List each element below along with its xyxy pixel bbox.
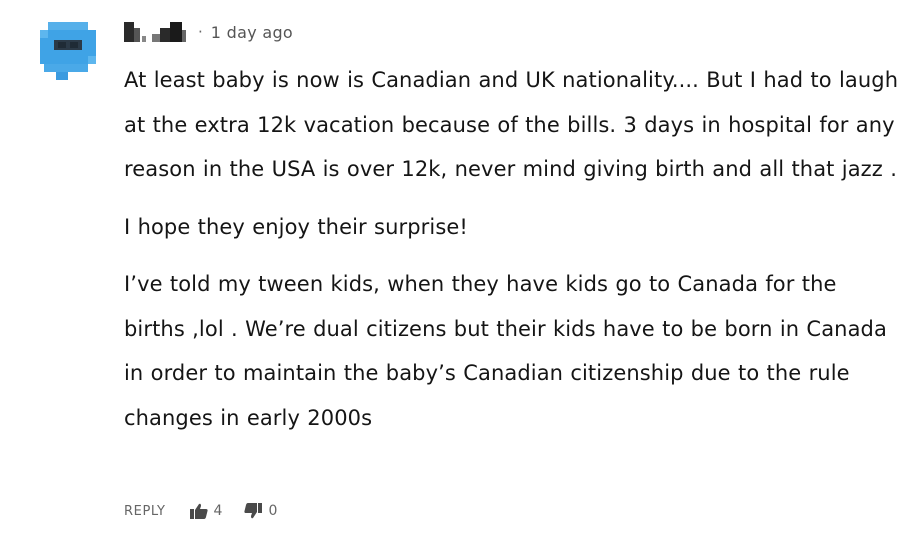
thumbs-up-icon xyxy=(189,503,208,519)
meta-separator: · xyxy=(198,23,203,41)
reply-button[interactable]: REPLY xyxy=(124,504,166,519)
comment-meta: · 1 day ago xyxy=(124,18,293,46)
comment-body: At least baby is now is Canadian and UK … xyxy=(124,58,904,453)
author-name-redacted[interactable] xyxy=(124,22,186,42)
comment: · 1 day ago At least baby is now is Cana… xyxy=(0,0,915,545)
pixelated-avatar-image xyxy=(40,22,96,80)
thumbs-down-icon xyxy=(244,503,263,519)
comment-paragraph: I hope they enjoy their surprise! xyxy=(124,214,468,239)
comment-paragraph: I’ve told my tween kids, when they have … xyxy=(124,272,887,430)
timestamp[interactable]: 1 day ago xyxy=(211,23,293,42)
upvote-count: 4 xyxy=(213,503,223,519)
comment-actions: REPLY 4 0 xyxy=(124,500,299,522)
upvote-button[interactable]: 4 xyxy=(189,503,223,519)
avatar[interactable] xyxy=(40,22,96,80)
comment-paragraph: At least baby is now is Canadian and UK … xyxy=(124,68,899,181)
downvote-button[interactable]: 0 xyxy=(244,503,277,519)
downvote-count: 0 xyxy=(268,503,278,519)
